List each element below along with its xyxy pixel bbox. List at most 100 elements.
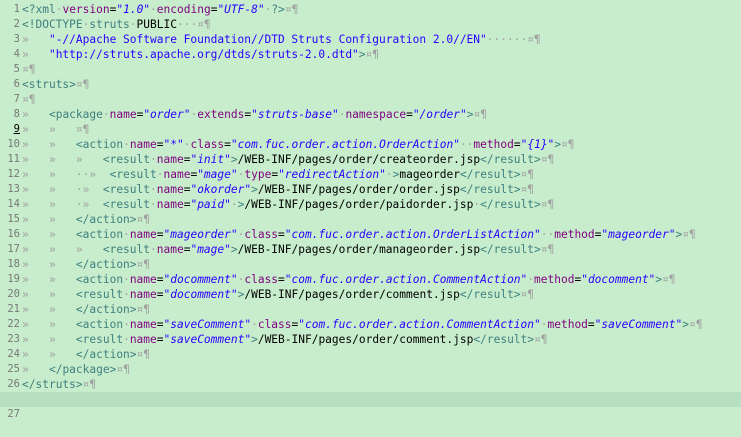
token-attr: encoding [156, 3, 211, 16]
code-text: » » <result·name="saveComment">/WEB-INF/… [22, 332, 548, 347]
code-text: <struts>¤¶ [22, 77, 89, 92]
token-attr: method [554, 228, 595, 241]
code-line[interactable]: 7 ¤¶ [0, 92, 741, 107]
token-el: result [82, 333, 124, 346]
token-ws: ¤¶ [534, 333, 548, 346]
token-txt: = [587, 318, 595, 331]
token-el: action [82, 138, 124, 151]
token-el: result [82, 288, 124, 301]
code-line[interactable]: 12» » ··» <result·name="mage"·type="redi… [0, 167, 741, 182]
code-line[interactable]: 1 <?xml·version="1.0"·encoding="UTF-8"·?>… [0, 2, 741, 17]
code-text: » </package>¤¶ [22, 362, 130, 377]
line-number: 9 [13, 123, 20, 135]
token-txt: /WEB-INF/pages/order/comment.jsp [244, 288, 460, 301]
token-attr: class [190, 138, 225, 151]
code-line[interactable]: 19» » <action·name="docomment"·class="co… [0, 272, 741, 287]
token-ws: · [123, 333, 130, 346]
token-tag: > [251, 183, 258, 196]
line-number: 15 [7, 213, 20, 225]
token-ws: » » [22, 303, 76, 316]
code-line[interactable]: 17» » » <result·name="mage">/WEB-INF/pag… [0, 242, 741, 257]
token-ws: ¤¶ [520, 168, 535, 181]
token-ws: ······¤¶ [486, 33, 541, 46]
token-val: "paid" [190, 198, 231, 211]
code-line[interactable]: 10» » <action·name="*"·class="com.fuc.or… [0, 137, 741, 152]
code-line[interactable]: 21» » </action>¤¶ [0, 302, 741, 317]
token-tag: < [75, 273, 83, 286]
code-line[interactable]: 25» </package>¤¶ [0, 362, 741, 377]
code-line[interactable]: 14» » ·» <result·name="paid"·>/WEB-INF/p… [0, 197, 741, 212]
line-number: 7 [13, 93, 20, 105]
code-line[interactable]: 8» <package·name="order"·extends="struts… [0, 107, 741, 122]
code-text: » » <action·name="mageorder"·class="com.… [22, 227, 696, 242]
line-number: 5 [13, 63, 20, 75]
code-text: ¤¶ [22, 62, 35, 77]
code-line[interactable]: 16» » <action·name="mageorder"·class="co… [0, 227, 741, 242]
code-text: » » » <result·name="init">/WEB-INF/pages… [22, 152, 554, 167]
token-ws: ¤¶ [540, 243, 555, 256]
token-txt: = [156, 228, 164, 241]
token-tag: </ [459, 288, 474, 301]
code-line[interactable]: 5 ¤¶ [0, 62, 741, 77]
token-ws: · [150, 198, 157, 211]
token-el: result [109, 183, 150, 196]
code-line[interactable]: 22» » <action·name="saveComment"·class="… [0, 317, 741, 332]
line-number: 22 [7, 318, 20, 330]
token-val: "docomment" [163, 288, 238, 301]
token-ws: » » [22, 318, 76, 331]
token-txt: /WEB-INF/pages/order/manageorder.jsp [237, 243, 481, 256]
token-txt: /WEB-INF/pages/order/comment.jsp [257, 333, 474, 346]
token-val: "com.fuc.order.action.CommentAction" [284, 273, 528, 286]
code-text: » » </action>¤¶ [22, 212, 150, 227]
token-el: struts [28, 78, 70, 91]
line-number: 25 [7, 363, 20, 375]
token-attr: class [257, 318, 292, 331]
token-ws: » » [22, 273, 76, 286]
token-tag: > [129, 258, 137, 271]
token-ws: ¤¶ [688, 318, 703, 331]
code-line[interactable]: 9» » ¤¶ [0, 122, 741, 137]
token-attr: class [244, 273, 279, 286]
line-number: 16 [7, 228, 20, 240]
code-line[interactable]: 24» » </action>¤¶ [0, 347, 741, 362]
current-line[interactable]: 27 [0, 392, 741, 420]
code-line[interactable]: 26 </struts>¤¶ [0, 377, 741, 392]
token-txt: = [156, 288, 164, 301]
code-line[interactable]: 13» » ·» <result·name="okorder">/WEB-INF… [0, 182, 741, 197]
token-ws: » » [22, 213, 76, 226]
token-ws: ¤¶ [284, 3, 299, 16]
token-attr: name [129, 333, 157, 346]
code-line[interactable]: 15» » </action>¤¶ [0, 212, 741, 227]
token-tag: </ [459, 183, 474, 196]
token-el: action [89, 348, 130, 361]
token-txt: = [224, 138, 231, 151]
token-ws: ¤¶ [75, 78, 90, 91]
token-attr: type [244, 168, 272, 181]
token-val: "*" [163, 138, 184, 151]
token-attr: name [156, 183, 184, 196]
line-number: 8 [13, 108, 20, 120]
code-line[interactable]: 2 <!DOCTYPE·struts·PUBLIC···¤¶ [0, 17, 741, 32]
line-number: 19 [7, 273, 20, 285]
token-ws: » » [22, 228, 76, 241]
token-ws: » [22, 48, 49, 61]
code-line[interactable]: 4» "http://struts.apache.org/dtds/struts… [0, 47, 741, 62]
code-line[interactable]: 6 <struts>¤¶ [0, 77, 741, 92]
xml-editor[interactable]: 1 <?xml·version="1.0"·encoding="UTF-8"·?>… [0, 0, 741, 420]
token-txt: /WEB-INF/pages/order/order.jsp [257, 183, 460, 196]
code-line[interactable]: 23» » <result·name="saveComment">/WEB-IN… [0, 332, 741, 347]
token-ws: » [22, 363, 49, 376]
token-pi: <? [22, 3, 36, 16]
code-line[interactable]: 3» "-//Apache Software Foundation//DTD S… [0, 32, 741, 47]
token-val: "1.0" [116, 3, 151, 16]
code-line[interactable]: 18» » </action>¤¶ [0, 257, 741, 272]
code-text: <!DOCTYPE·struts·PUBLIC···¤¶ [22, 17, 211, 32]
token-el: result [116, 168, 157, 181]
token-el: action [89, 213, 130, 226]
code-line[interactable]: 20» » <result·name="docomment">/WEB-INF/… [0, 287, 741, 302]
token-ws: ¤¶ [116, 363, 130, 376]
code-text: » » </action>¤¶ [22, 302, 150, 317]
code-text: » » ¤¶ [22, 122, 89, 137]
code-text: » » <action·name="*"·class="com.fuc.orde… [22, 137, 575, 152]
code-line[interactable]: 11» » » <result·name="init">/WEB-INF/pag… [0, 152, 741, 167]
